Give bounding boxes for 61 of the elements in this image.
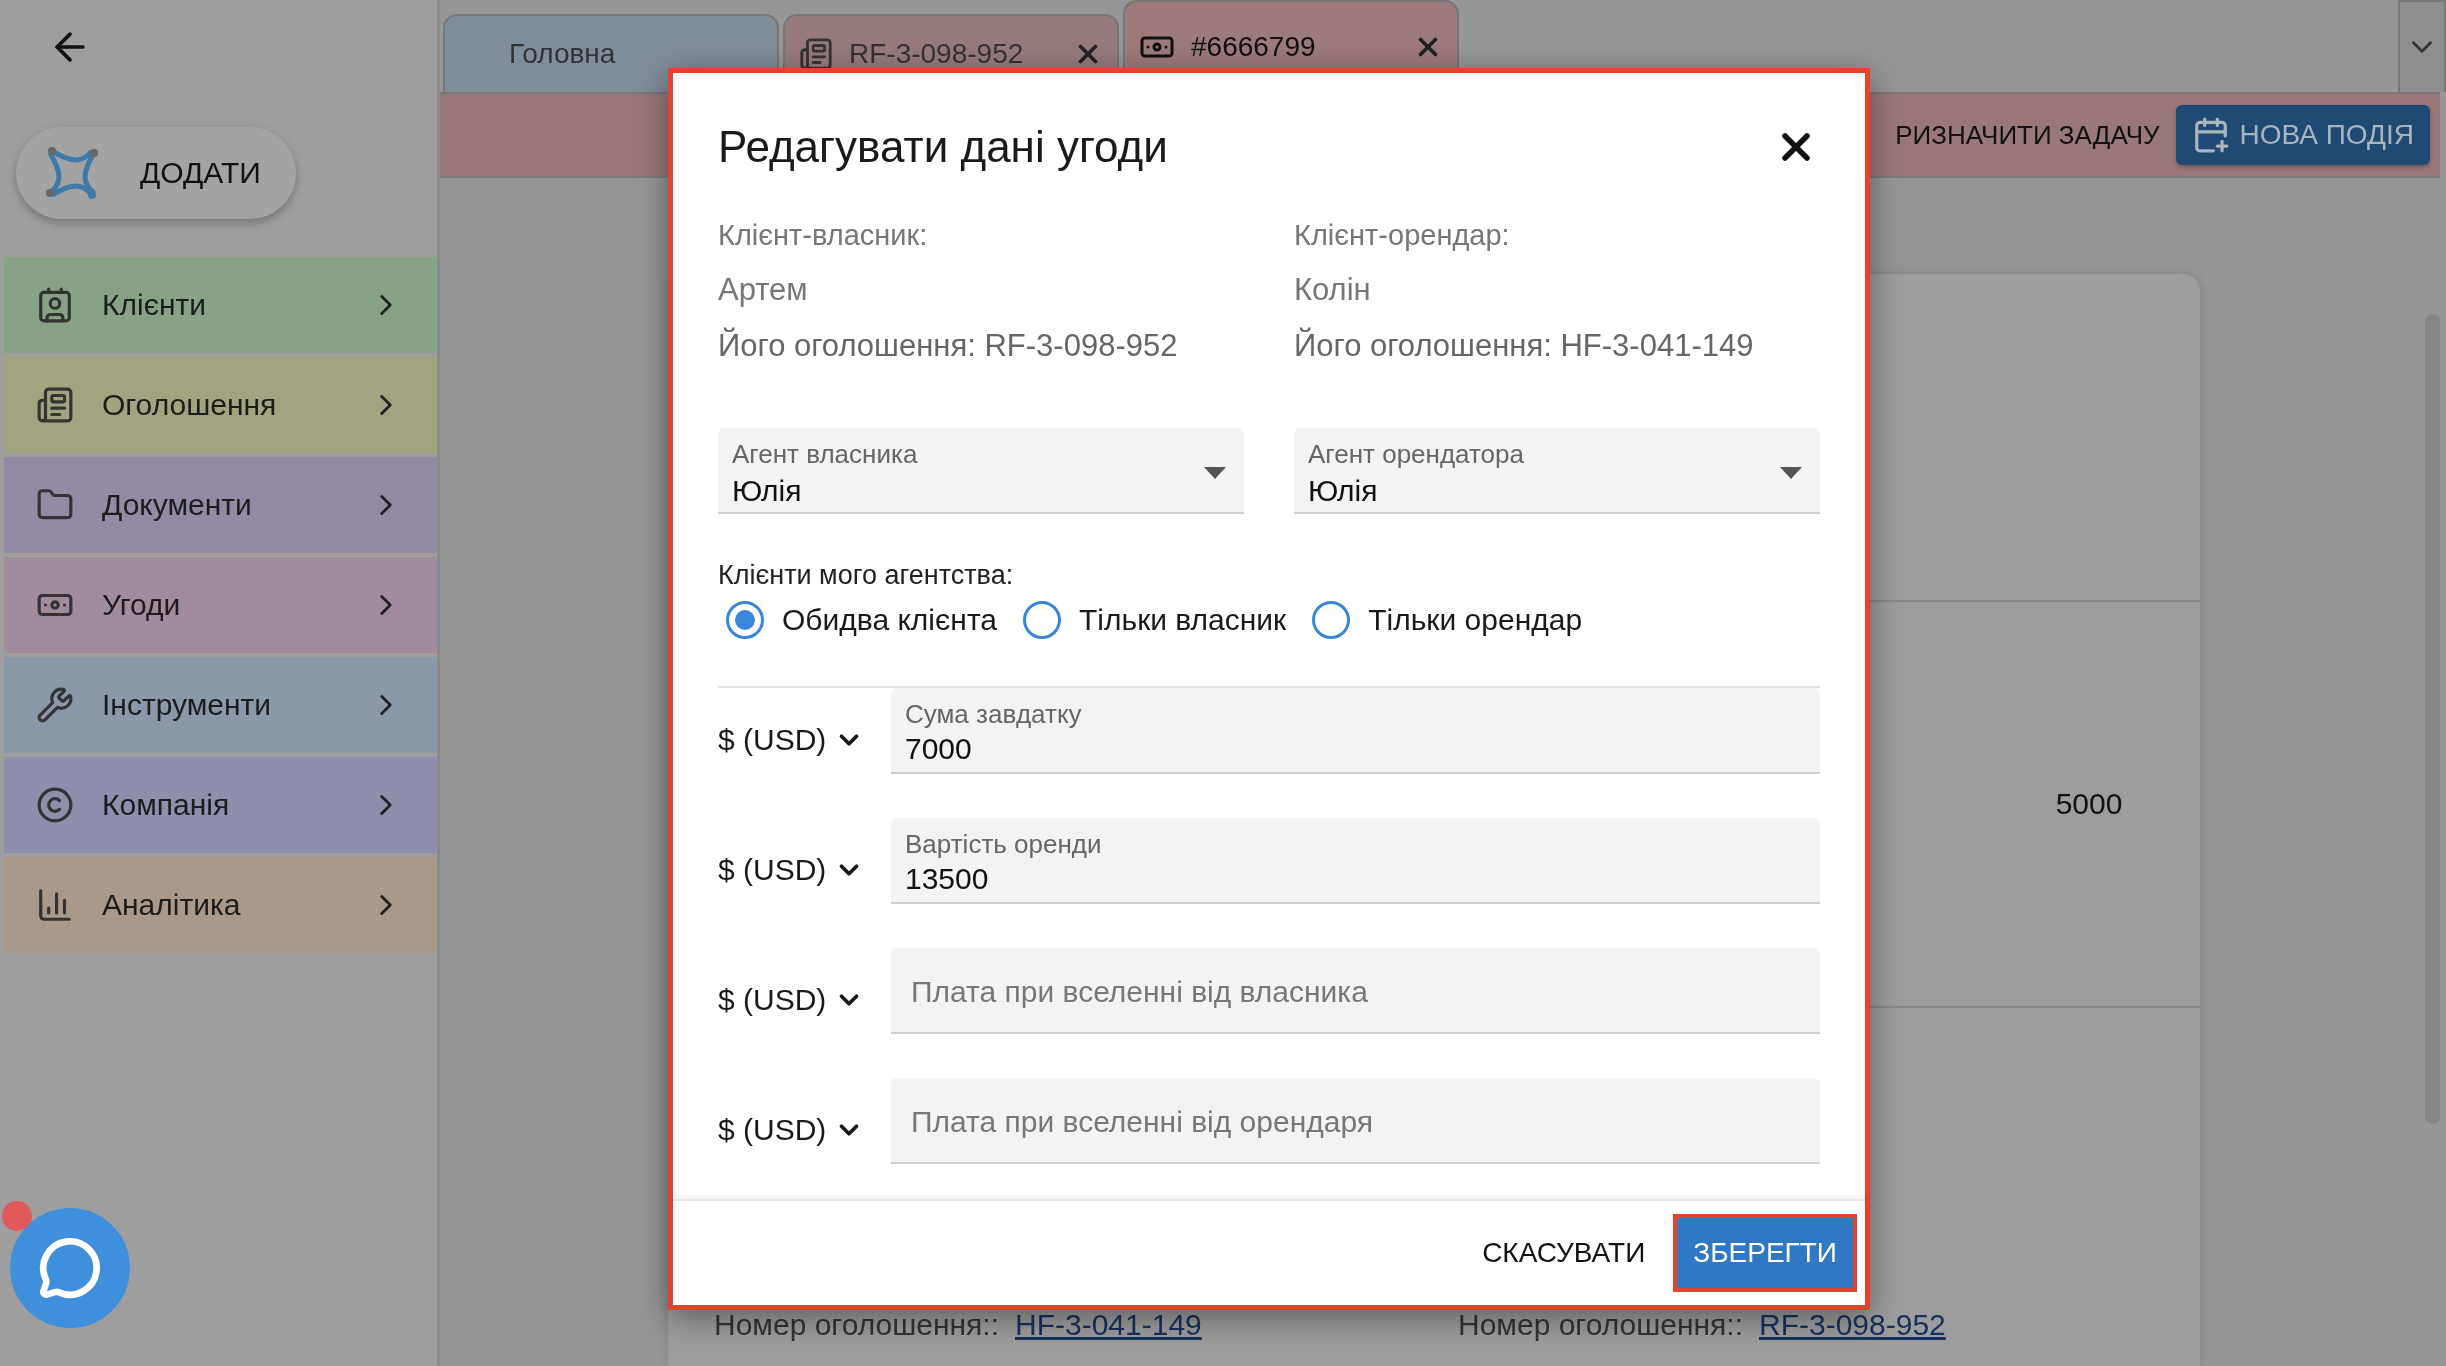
amount-value: 5000: [2055, 787, 2123, 821]
sidebar-item[interactable]: Компанія: [4, 757, 437, 853]
bar-chart-icon: [36, 886, 74, 924]
client-listing: Його оголошення: RF-3-098-952: [718, 328, 1179, 364]
currency-select[interactable]: $ (USD): [718, 1113, 891, 1147]
newspaper-icon: [799, 37, 833, 71]
amount-field[interactable]: Сума завдатку 7000: [891, 688, 1820, 774]
tab-label: #6666799: [1191, 31, 1317, 63]
save-button[interactable]: ЗБЕРЕГТИ: [1673, 1214, 1857, 1292]
radio-icon[interactable]: [726, 601, 764, 639]
radio-group-label: Клієнти мого агентства:: [718, 560, 1015, 591]
dialog-title: Редагувати дані угоди: [718, 122, 1168, 172]
tab[interactable]: Головна: [443, 14, 779, 92]
client-listing: Його оголошення: HF-3-041-149: [1294, 328, 1755, 364]
sidebar-item-label: Аналітика: [102, 888, 242, 922]
sidebar-item[interactable]: Клієнти: [4, 257, 437, 353]
currency-select[interactable]: $ (USD): [718, 853, 891, 887]
chat-bubble-icon: [38, 1236, 102, 1300]
sidebar-item-label: Компанія: [102, 788, 231, 822]
listing-link[interactable]: RF-3-098-952: [1759, 1308, 1946, 1342]
new-event-button[interactable]: НОВА ПОДІЯ: [2175, 105, 2430, 165]
listing-link[interactable]: HF-3-041-149: [1015, 1308, 1202, 1342]
currency-select[interactable]: $ (USD): [718, 983, 891, 1017]
assign-task-button[interactable]: РИЗНАЧИТИ ЗАДАЧУ: [1895, 111, 2160, 159]
sidebar-item-label: Оголошення: [102, 388, 278, 422]
sidebar-item[interactable]: Документи: [4, 457, 437, 553]
dropdown-caret-icon: [1204, 467, 1226, 479]
copyright-icon: [36, 786, 74, 824]
tab-label: RF-3-098-952: [849, 38, 1025, 70]
wrench-icon: [36, 686, 74, 724]
client-label: Клієнт-орендар:: [1294, 219, 1511, 252]
amount-field[interactable]: Плата при вселенні від власника: [891, 948, 1820, 1034]
sidebar-item-label: Документи: [102, 488, 253, 522]
add-button[interactable]: ДОДАТИ: [16, 127, 296, 219]
dropdown-caret-icon: [1780, 467, 1802, 479]
client-name: Колін: [1294, 272, 1372, 308]
agent-select[interactable]: Агент орендатора Юлія: [1294, 428, 1820, 514]
agent-select[interactable]: Агент власника Юлія: [718, 428, 1244, 514]
contact-card-icon: [36, 286, 74, 324]
listing-number-label: Номер оголошення::: [714, 1308, 999, 1342]
sidebar-item[interactable]: Аналітика: [4, 857, 437, 953]
radio-option[interactable]: Тільки власник: [1023, 601, 1287, 639]
newspaper-icon: [36, 386, 74, 424]
sidebar-item-label: Клієнти: [102, 288, 208, 322]
sidebar-item[interactable]: Угоди: [4, 557, 437, 653]
amount-field[interactable]: Вартість оренди 13500: [891, 818, 1820, 904]
amount-field[interactable]: Плата при вселенні від орендаря: [891, 1078, 1820, 1164]
radio-option[interactable]: Тільки орендар: [1312, 601, 1583, 639]
sidebar-item-label: Інструменти: [102, 688, 273, 722]
client-name: Артем: [718, 272, 809, 308]
radio-icon[interactable]: [1312, 601, 1351, 639]
listing-number-label: Номер оголошення::: [1458, 1308, 1743, 1342]
currency-select[interactable]: $ (USD): [718, 723, 891, 757]
tab-label: Головна: [508, 38, 617, 70]
sidebar-item-label: Угоди: [102, 588, 182, 622]
sidebar-item[interactable]: Оголошення: [4, 357, 437, 453]
radio-icon[interactable]: [1023, 601, 1061, 639]
client-label: Клієнт-власник:: [718, 219, 929, 252]
radio-option[interactable]: Обидва клієнта: [726, 601, 997, 639]
cancel-button[interactable]: СКАСУВАТИ: [1476, 1227, 1652, 1279]
sidebar-item[interactable]: Інструменти: [4, 657, 437, 753]
